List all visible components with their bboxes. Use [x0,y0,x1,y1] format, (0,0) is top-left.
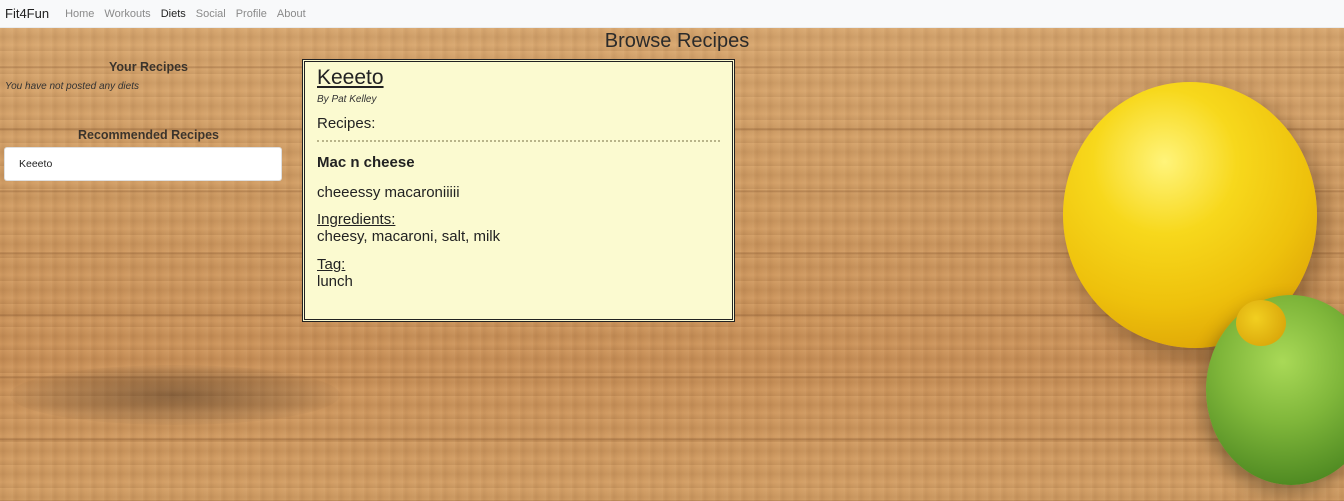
tag-label: Tag: [317,256,346,273]
recipe-name: Mac n cheese [317,154,415,171]
navbar: Fit4Fun Home Workouts Diets Social Profi… [0,0,1344,28]
ingredients-value: cheesy, macaroni, salt, milk [317,228,501,245]
recommended-item[interactable]: Keeeto [4,147,282,181]
diet-title-link[interactable]: Keeeto [317,66,384,90]
nav-social[interactable]: Social [196,8,226,20]
nav-profile[interactable]: Profile [236,8,267,20]
wood-stain [10,365,340,425]
recipe-description: cheeessy macaroniiiii [317,184,460,201]
tag-value: lunch [317,273,353,290]
divider [317,140,720,142]
nav-home[interactable]: Home [65,8,94,20]
brand-link[interactable]: Fit4Fun [5,6,49,21]
recommended-recipes-heading: Recommended Recipes [77,128,220,142]
ingredients-label: Ingredients: [317,211,396,228]
nav-workouts[interactable]: Workouts [104,8,150,20]
nav-about[interactable]: About [277,8,306,20]
lemon-tip [1236,300,1286,346]
diet-card: Keeeto By Pat Kelley Recipes: Mac n chee… [302,59,735,322]
page-title: Browse Recipes [604,30,750,52]
nav-diets[interactable]: Diets [161,8,186,20]
your-recipes-empty-note: You have not posted any diets [5,81,139,92]
diet-author: By Pat Kelley [317,94,377,105]
recipes-heading: Recipes: [317,115,376,132]
your-recipes-heading: Your Recipes [109,60,188,74]
